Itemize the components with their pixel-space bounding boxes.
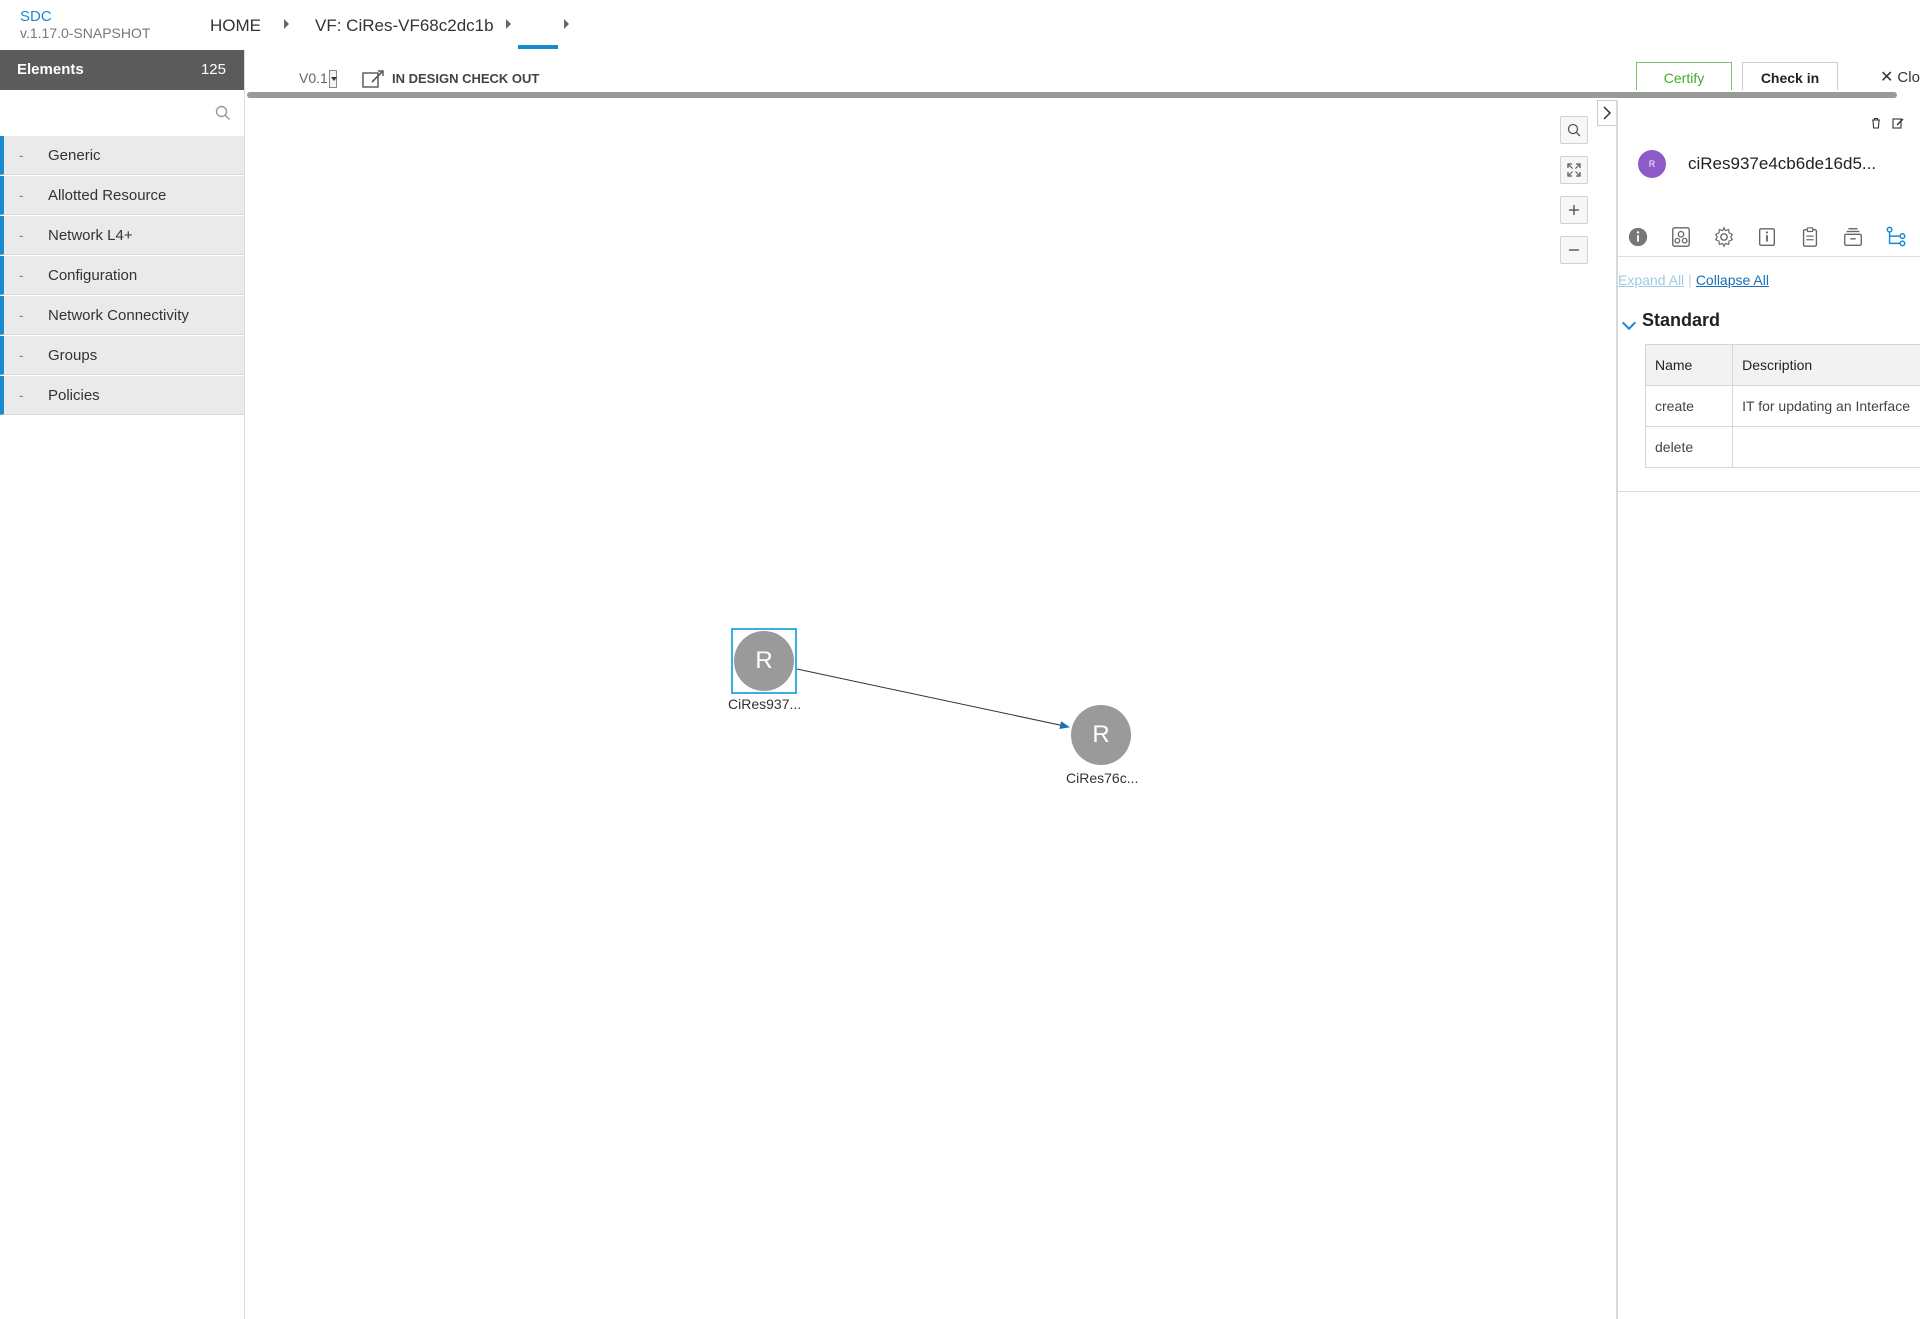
expand-collapse-links: Expand All | Collapse All	[1618, 272, 1769, 288]
node-label: CiRes76c...	[1066, 770, 1139, 786]
component-avatar: R	[1638, 150, 1666, 178]
tab-general-info[interactable]	[1618, 220, 1658, 256]
column-header-description: Description	[1732, 344, 1920, 386]
tab-requirements[interactable]	[1790, 220, 1830, 256]
relation-line[interactable]	[796, 668, 1070, 730]
operation-description	[1732, 426, 1920, 468]
panel-actions	[1870, 116, 1904, 134]
gear-icon	[1714, 226, 1734, 248]
artifacts-icon	[1672, 227, 1690, 247]
panel-collapse-button[interactable]	[1597, 100, 1617, 126]
info-icon	[1628, 227, 1648, 247]
table-row[interactable]: create IT for updating an Interface	[1644, 385, 1920, 427]
tab-interface-operations[interactable]	[1876, 220, 1916, 256]
collapse-all-link[interactable]: Collapse All	[1696, 272, 1769, 288]
node-label: CiRes937...	[728, 696, 802, 712]
section-title[interactable]: Standard	[1642, 310, 1720, 331]
panel-tabs	[1618, 220, 1920, 256]
tab-properties[interactable]	[1704, 220, 1744, 256]
tab-api[interactable]	[1833, 220, 1873, 256]
link-separator: |	[1688, 272, 1692, 288]
chevron-down-icon[interactable]	[1621, 315, 1637, 331]
diagram-node-cires76c[interactable]: R	[1071, 705, 1131, 765]
component-name: ciRes937e4cb6de16d5...	[1688, 154, 1877, 173]
column-header-name: Name	[1644, 344, 1734, 386]
operation-name: delete	[1644, 426, 1734, 468]
diagram-node-cires937[interactable]: R	[734, 631, 794, 691]
section-divider	[1618, 491, 1920, 492]
clipboard-icon	[1802, 227, 1818, 247]
tab-information[interactable]	[1747, 220, 1787, 256]
operations-table: Name Description create IT for updating …	[1644, 344, 1920, 468]
composition-details-panel: R ciRes937e4cb6de16d5... Expand All | Co…	[1616, 100, 1920, 1319]
expand-all-link[interactable]: Expand All	[1618, 272, 1684, 288]
trash-icon[interactable]	[1870, 117, 1882, 129]
operation-name: create	[1644, 385, 1734, 427]
chevron-right-icon	[1603, 106, 1612, 120]
relations-icon	[1886, 226, 1906, 247]
archive-icon	[1844, 228, 1862, 246]
tab-deployment-artifacts[interactable]	[1661, 220, 1701, 256]
table-row[interactable]: delete	[1644, 426, 1920, 468]
tabs-divider	[1618, 256, 1920, 257]
table-header-row: Name Description	[1644, 344, 1920, 386]
operation-description: IT for updating an Interface	[1732, 385, 1920, 427]
info-box-icon	[1758, 228, 1776, 246]
edit-icon[interactable]	[1892, 117, 1904, 129]
